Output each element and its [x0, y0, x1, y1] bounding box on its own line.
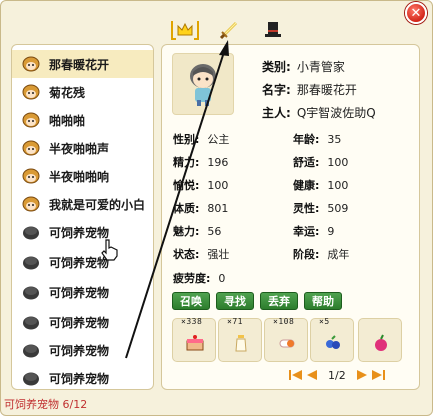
- annotation-arrow: [125, 40, 229, 359]
- hand-cursor-icon: [101, 239, 118, 261]
